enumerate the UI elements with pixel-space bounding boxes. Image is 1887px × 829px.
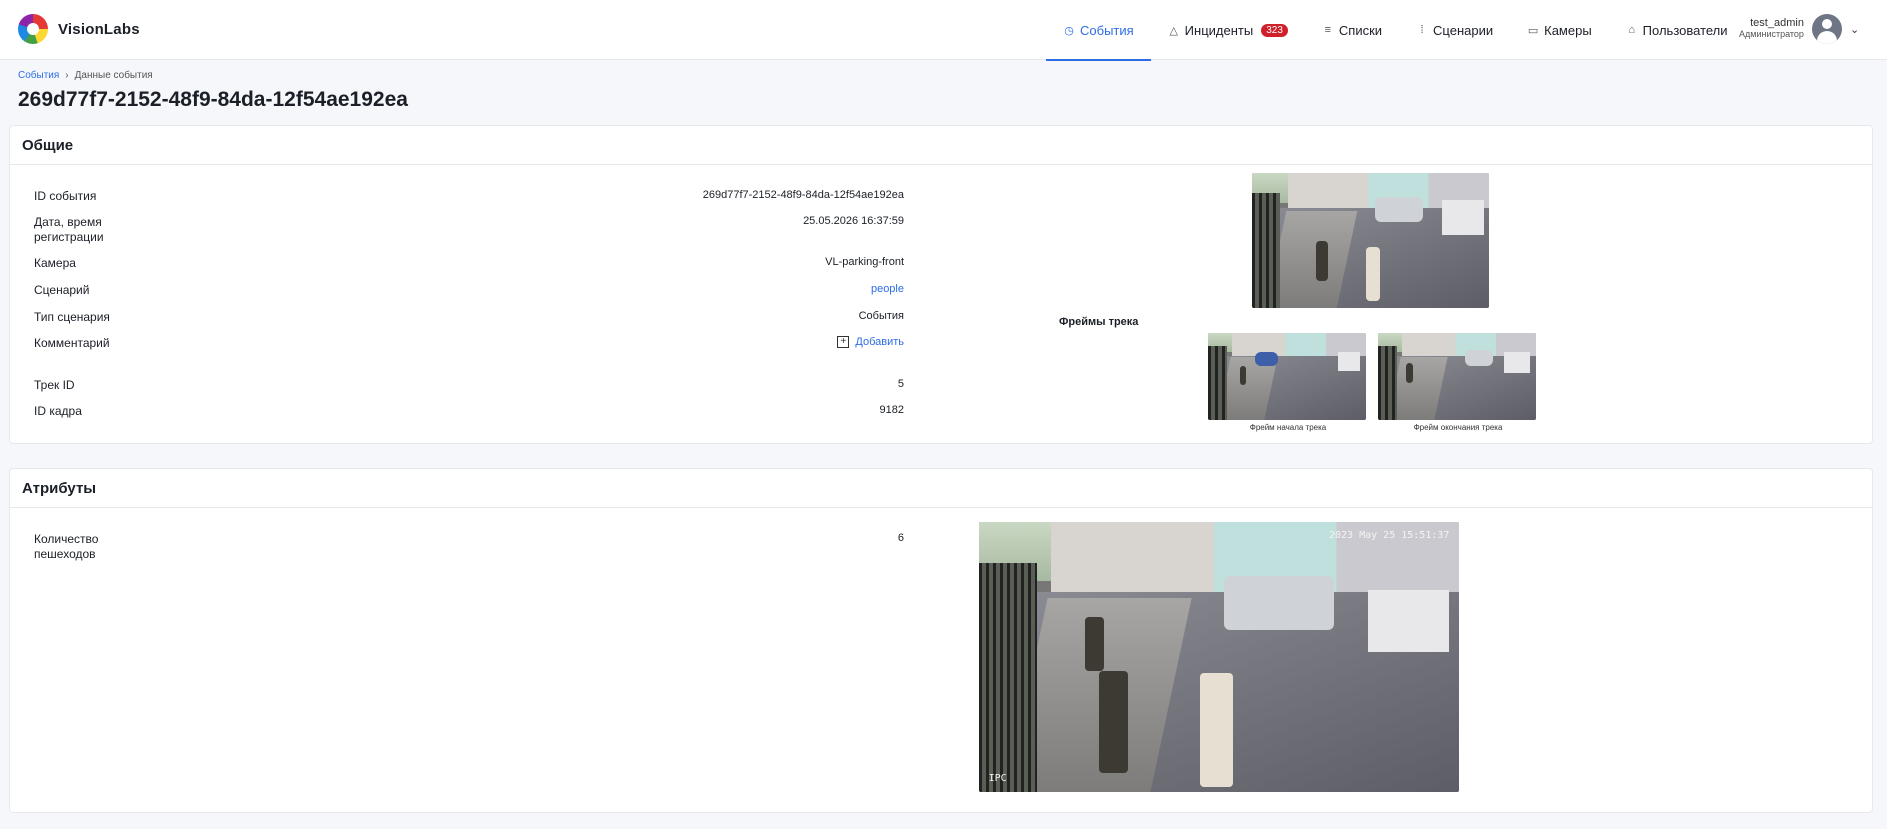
field-label: ID кадра: [34, 404, 82, 418]
field-value: VL-parking-front: [825, 256, 904, 268]
track-start-frame-image[interactable]: [1208, 333, 1366, 420]
field-value: 269d77f7-2152-48f9-84da-12f54ae192ea: [702, 189, 904, 201]
nav-item-cameras[interactable]: ▭ Камеры: [1510, 0, 1609, 60]
clock-icon: ◷: [1064, 24, 1074, 37]
field-label: Количество пешеходов: [34, 532, 99, 561]
field-value: 25.05.2026 16:37:59: [803, 215, 904, 227]
track-end-caption: Фрейм окончания трека: [1413, 423, 1503, 432]
add-comment-button[interactable]: + Добавить: [837, 336, 904, 348]
nav-item-users[interactable]: ⌂ Пользователи: [1609, 0, 1745, 60]
field-value: 5: [897, 378, 904, 390]
plus-icon: +: [837, 336, 850, 348]
full-frame-image[interactable]: 2023 May 25 15:51:37 IPC: [979, 522, 1459, 792]
nav-label: Пользователи: [1642, 22, 1728, 38]
main-nav: ◷ События △ Инциденты 323 ≡ Списки ⁞ Сце…: [1046, 0, 1745, 61]
field-label: Комментарий: [34, 336, 110, 350]
scenario-icon: ⁞: [1420, 24, 1424, 36]
nav-item-incidents[interactable]: △ Инциденты 323: [1151, 0, 1305, 60]
list-icon: ≡: [1324, 24, 1332, 36]
user-info: test_admin Администратор: [1739, 18, 1804, 40]
visionlabs-logo-icon: [18, 14, 48, 44]
image-watermark: IPC: [988, 772, 1007, 784]
chevron-down-icon[interactable]: ⌄: [1850, 23, 1859, 36]
nav-item-lists[interactable]: ≡ Списки: [1305, 0, 1399, 60]
attributes-card: Атрибуты Количество пешеходов 6: [9, 468, 1873, 813]
add-comment-label: Добавить: [855, 336, 904, 348]
field-label: Камера: [34, 256, 76, 270]
nav-label: Сценарии: [1433, 22, 1494, 38]
breadcrumb-current: Данные события: [74, 70, 153, 81]
incidents-count-badge: 323: [1261, 23, 1288, 37]
field-label: ID события: [34, 189, 97, 203]
field-value: 6: [897, 532, 904, 544]
general-card-title: Общие: [10, 126, 1872, 165]
field-value: 9182: [879, 404, 904, 416]
user-name: test_admin: [1750, 17, 1804, 29]
track-frames-title: Фреймы трека: [1059, 316, 1139, 328]
track-end-frame-image[interactable]: [1378, 333, 1536, 420]
top-navigation-bar: VisionLabs ◷ События △ Инциденты 323 ≡ С…: [0, 0, 1887, 61]
field-label: Сценарий: [34, 283, 90, 297]
field-label: Трек ID: [34, 378, 75, 392]
logo-text: VisionLabs: [58, 20, 140, 38]
nav-item-events[interactable]: ◷ События: [1046, 0, 1151, 61]
general-card: Общие ID события 269d77f7-2152-48f9-84da…: [9, 125, 1873, 444]
image-timestamp: 2023 May 25 15:51:37: [1328, 530, 1450, 542]
breadcrumb: События › Данные события: [18, 70, 153, 81]
scenario-link[interactable]: people: [871, 283, 904, 295]
users-icon: ⌂: [1628, 24, 1635, 36]
field-value: События: [858, 310, 904, 322]
event-frame-image[interactable]: [1252, 173, 1489, 308]
attributes-card-title: Атрибуты: [10, 469, 1872, 508]
track-start-caption: Фрейм начала трека: [1249, 423, 1327, 432]
nav-label: События: [1080, 22, 1134, 38]
avatar[interactable]: [1811, 14, 1842, 44]
breadcrumb-events-link[interactable]: События: [18, 70, 59, 81]
warning-icon: △: [1169, 24, 1178, 37]
user-menu[interactable]: test_admin Администратор ⌄: [1739, 14, 1859, 44]
nav-label: Камеры: [1544, 22, 1592, 38]
field-label: Дата, время регистрации: [34, 215, 104, 244]
chevron-right-icon: ›: [65, 70, 69, 81]
nav-label: Списки: [1338, 22, 1383, 38]
user-role: Администратор: [1739, 29, 1804, 39]
page-title: 269d77f7-2152-48f9-84da-12f54ae192ea: [18, 88, 408, 111]
nav-item-scenarios[interactable]: ⁞ Сценарии: [1399, 0, 1510, 60]
logo[interactable]: VisionLabs: [18, 14, 140, 44]
nav-label: Инциденты: [1184, 22, 1254, 38]
field-label: Тип сценария: [34, 310, 110, 324]
camera-icon: ▭: [1527, 24, 1539, 37]
